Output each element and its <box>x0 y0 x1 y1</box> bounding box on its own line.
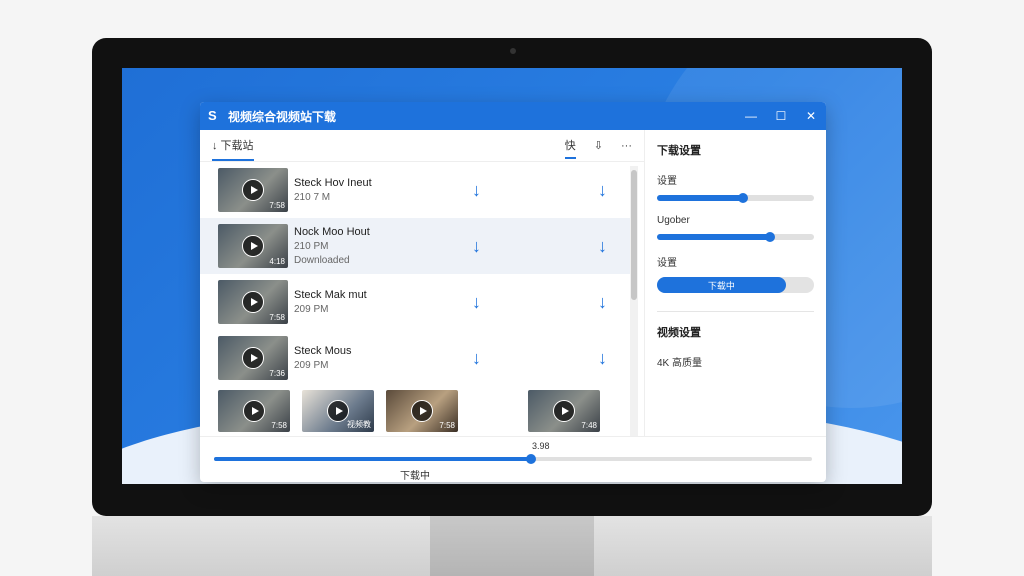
thumbnail-row: 7:58 视频教 7:58 7:48 <box>200 386 630 436</box>
video-size: 210 PM <box>294 241 329 252</box>
progress-knob[interactable] <box>525 454 536 464</box>
download-icon[interactable]: ↓ <box>472 348 481 369</box>
duration: 视频教 <box>347 420 371 429</box>
progress-bar[interactable] <box>214 454 812 464</box>
download-all-icon[interactable]: ⇩ <box>594 135 603 156</box>
download-list-panel: ↓ 下载站 快 ⇩ ··· 7:58 Steck Hov Ineut 210 7… <box>200 130 644 436</box>
video-thumbnail[interactable]: 视频教 <box>302 390 374 432</box>
app-window: S 视频综合视频站下载 — ☐ ✕ ↓ 下载站 快 ⇩ ··· 7:58 Ste… <box>200 102 826 482</box>
monitor-stand <box>430 516 594 576</box>
play-icon[interactable] <box>411 400 433 422</box>
scrollbar-thumb[interactable] <box>631 170 637 300</box>
download-icon[interactable]: ↓ <box>472 236 481 257</box>
video-thumbnail[interactable]: 7:58 <box>218 390 290 432</box>
settings-title: 下载设置 <box>657 145 701 157</box>
video-size: 209 PM <box>294 304 329 315</box>
video-size: 209 PM <box>294 360 329 371</box>
video-title: Steck Hov Ineut <box>294 177 372 189</box>
quality-option[interactable]: 4K 高质量 <box>657 354 814 369</box>
setting-slider[interactable] <box>657 232 814 242</box>
video-size: 210 7 M <box>294 192 331 203</box>
video-thumbnail[interactable]: 7:58 <box>218 168 288 212</box>
video-status: Downloaded <box>294 255 350 266</box>
play-icon[interactable] <box>242 179 264 201</box>
video-title: Steck Mak mut <box>294 289 367 301</box>
more-icon[interactable]: ··· <box>621 136 632 156</box>
progress-area: 3.98 下载中 <box>200 436 826 482</box>
minimize-icon[interactable]: — <box>736 102 766 130</box>
divider <box>657 311 814 312</box>
video-title: Nock Moo Hout <box>294 226 370 238</box>
setting-label: 设置 <box>657 258 677 269</box>
tab-downloads[interactable]: ↓ 下载站 <box>212 131 254 161</box>
titlebar: S 视频综合视频站下载 — ☐ ✕ <box>200 102 826 130</box>
download-status: 下载中 <box>400 471 430 482</box>
maximize-icon[interactable]: ☐ <box>766 102 796 130</box>
settings-panel: 下载设置 设置 Ugober 设置 下载中 视频设置 4K 高质量 <box>644 130 826 436</box>
duration: 7:48 <box>581 421 597 430</box>
app-title: 视频综合视频站下载 <box>228 109 337 124</box>
play-icon[interactable] <box>553 400 575 422</box>
play-icon[interactable] <box>242 235 264 257</box>
progress-value: 3.98 <box>532 441 550 451</box>
video-list: 7:58 Steck Hov Ineut 210 7 M ↓ ↓ 4:18 No… <box>200 162 630 438</box>
download-icon[interactable]: ↓ <box>472 292 481 313</box>
setting-label: Ugober <box>657 215 690 226</box>
play-icon[interactable] <box>243 400 265 422</box>
duration: 4:18 <box>269 257 285 266</box>
list-item[interactable]: 4:18 Nock Moo Hout 210 PM Downloaded ↓ ↓ <box>200 218 630 274</box>
download-icon[interactable]: ↓ <box>598 236 607 257</box>
scrollbar[interactable] <box>630 166 638 436</box>
video-thumbnail[interactable]: 7:36 <box>218 336 288 380</box>
close-icon[interactable]: ✕ <box>796 102 826 130</box>
slider-knob[interactable] <box>738 193 749 203</box>
app-logo-icon: S <box>208 108 217 123</box>
video-thumbnail[interactable]: 7:58 <box>218 280 288 324</box>
video-thumbnail[interactable]: 7:48 <box>528 390 600 432</box>
fast-icon[interactable]: 快 <box>564 133 576 159</box>
download-toggle[interactable]: 下载中 <box>657 277 814 293</box>
duration: 7:58 <box>271 421 287 430</box>
duration: 7:58 <box>269 201 285 210</box>
download-icon[interactable]: ↓ <box>472 180 481 201</box>
video-thumbnail[interactable]: 4:18 <box>218 224 288 268</box>
video-settings-title: 视频设置 <box>657 327 701 339</box>
list-item[interactable]: 7:58 Steck Hov Ineut 210 7 M ↓ ↓ <box>200 162 630 218</box>
duration: 7:36 <box>269 369 285 378</box>
download-pill-label[interactable]: 下载中 <box>657 277 786 293</box>
toolbar: ↓ 下载站 快 ⇩ ··· <box>200 130 644 162</box>
play-icon[interactable] <box>242 291 264 313</box>
slider-knob[interactable] <box>765 232 776 242</box>
video-title: Steck Mous <box>294 345 352 357</box>
play-icon[interactable] <box>242 347 264 369</box>
setting-label: 设置 <box>657 176 677 187</box>
camera <box>510 48 516 54</box>
download-icon[interactable]: ↓ <box>598 292 607 313</box>
duration: 7:58 <box>269 313 285 322</box>
download-icon[interactable]: ↓ <box>598 180 607 201</box>
list-item[interactable]: 7:58 Steck Mak mut 209 PM ↓ ↓ <box>200 274 630 330</box>
download-icon[interactable]: ↓ <box>598 348 607 369</box>
play-icon[interactable] <box>327 400 349 422</box>
list-item[interactable]: 7:36 Steck Mous 209 PM ↓ ↓ <box>200 330 630 386</box>
video-thumbnail[interactable]: 7:58 <box>386 390 458 432</box>
setting-slider[interactable] <box>657 193 814 203</box>
duration: 7:58 <box>439 421 455 430</box>
